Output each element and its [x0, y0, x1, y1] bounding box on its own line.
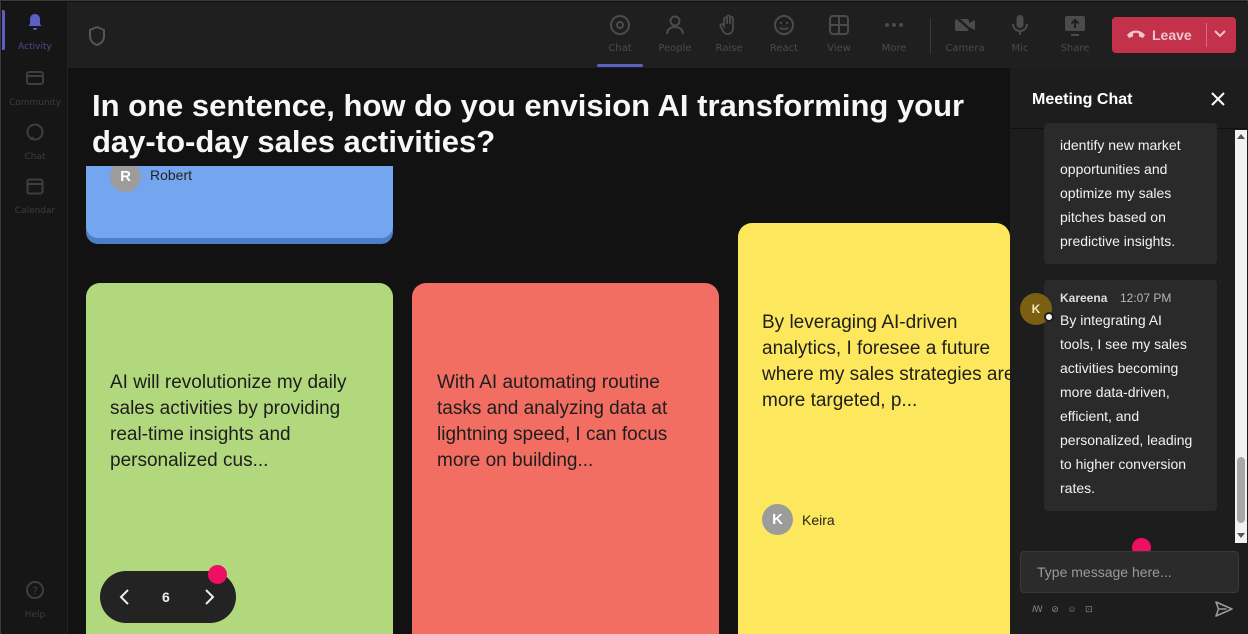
mic-icon — [1012, 15, 1028, 35]
toolbar-button-label: Mic — [1011, 43, 1029, 54]
toolbar-button-label: View — [827, 43, 851, 54]
rail-item-help[interactable]: ? Help — [2, 572, 68, 628]
scrollbar-thumb[interactable] — [1237, 457, 1245, 523]
click-indicator-dot — [208, 565, 227, 584]
message-line: By integrating AI — [1060, 312, 1162, 328]
bell-icon — [28, 14, 42, 30]
leave-divider — [1206, 23, 1207, 47]
chat-message-input[interactable] — [1020, 551, 1239, 593]
card-author: Keira — [802, 512, 835, 528]
rail-item-activity[interactable]: Activity — [2, 4, 68, 60]
response-card-keira[interactable]: By leveraging AI-driven analytics, I for… — [738, 223, 1010, 634]
toolbar-button-label: More — [881, 43, 907, 54]
card-text: With AI automating routine tasks and ana… — [437, 372, 668, 471]
chat-message: identify new market opportunities and op… — [1044, 123, 1217, 264]
card-text: AI will revolutionize my daily sales act… — [110, 372, 347, 471]
toolbar-mic-button[interactable]: Mic — [995, 10, 1045, 62]
avatar: R — [110, 166, 141, 192]
message-line: predictive insights. — [1060, 233, 1176, 249]
toolbar-divider — [930, 18, 931, 54]
message-line: identify new market — [1060, 137, 1181, 153]
message-line: more data-driven, — [1060, 384, 1170, 400]
message-line: to higher conversion — [1060, 456, 1187, 472]
page-number: 6 — [162, 589, 170, 605]
message-body: By integrating AI tools, I see my sales … — [1060, 308, 1192, 500]
close-icon[interactable] — [1209, 90, 1227, 108]
view-grid-icon — [829, 15, 849, 35]
card-author: Robert — [150, 167, 193, 183]
avatar: K — [762, 504, 793, 535]
leave-label: Leave — [1152, 27, 1192, 43]
toolbar-view-button[interactable]: View — [814, 10, 864, 62]
chevron-right-icon[interactable] — [202, 588, 216, 606]
presence-status-icon — [1044, 312, 1054, 322]
message-line: tools, I see my sales — [1060, 336, 1187, 352]
toolbar-people-button[interactable]: People — [650, 10, 700, 62]
rail-item-label: Calendar — [14, 206, 56, 216]
chat-icon — [610, 15, 630, 35]
chevron-down-icon[interactable] — [1214, 29, 1226, 39]
people-icon — [666, 15, 684, 35]
toolbar-button-label: People — [658, 43, 692, 54]
message-line: opportunities and — [1060, 161, 1168, 177]
camera-off-icon — [954, 15, 976, 35]
activity-stage: In one sentence, how do you envision AI … — [68, 68, 1010, 634]
format-toolbar[interactable]: ꟿ ⊘ ☺ ⊡ — [1032, 604, 1096, 615]
shield-icon[interactable] — [88, 26, 106, 46]
share-icon — [1065, 16, 1085, 36]
toolbar-button-label: Chat — [608, 43, 632, 54]
toolbar-camera-button[interactable]: Camera — [940, 10, 990, 62]
active-tab-indicator — [597, 64, 643, 67]
scroll-up-arrow-icon[interactable] — [1237, 134, 1245, 139]
rail-item-chat[interactable]: Chat — [2, 114, 68, 170]
more-icon — [885, 23, 903, 27]
left-rail: Activity Community Chat Calendar ? Help — [2, 2, 68, 634]
message-author: Kareena — [1060, 291, 1108, 305]
react-icon — [774, 15, 794, 35]
toolbar-raise-button[interactable]: Raise — [704, 10, 754, 62]
meeting-toolbar: Chat People Raise React View More Camera — [68, 2, 1248, 68]
card-text: By leveraging AI-driven analytics, I for… — [762, 312, 1010, 411]
toolbar-share-button[interactable]: Share — [1050, 10, 1100, 62]
calendar-icon — [26, 178, 44, 195]
message-line: personalized, leading — [1060, 432, 1193, 448]
toolbar-more-button[interactable]: More — [869, 10, 919, 62]
message-timestamp: 12:07 PM — [1120, 291, 1172, 305]
rail-item-calendar[interactable]: Calendar — [2, 168, 68, 224]
response-card-red[interactable]: With AI automating routine tasks and ana… — [412, 283, 719, 634]
chat-scrollbar[interactable] — [1235, 130, 1247, 543]
response-card-robert[interactable]: R Robert — [86, 166, 393, 238]
rail-item-label: Chat — [24, 152, 46, 162]
rail-item-label: Community — [8, 98, 62, 108]
rail-item-label: Help — [24, 610, 46, 620]
chat-title: Meeting Chat — [1032, 91, 1133, 108]
raise-hand-icon — [719, 14, 734, 35]
toolbar-button-label: Camera — [945, 43, 985, 54]
leave-button[interactable]: Leave — [1112, 17, 1236, 53]
rail-item-community[interactable]: Community — [2, 60, 68, 116]
app-window: Activity Community Chat Calendar ? Help … — [0, 0, 1248, 634]
meeting-chat-panel: Meeting Chat identify new market opportu… — [1010, 68, 1248, 634]
toolbar-button-label: Raise — [715, 43, 743, 54]
toolbar-react-button[interactable]: React — [759, 10, 809, 62]
chevron-left-icon[interactable] — [118, 588, 132, 606]
community-icon — [26, 71, 44, 85]
toolbar-button-label: Share — [1060, 43, 1090, 54]
hang-up-icon — [1127, 30, 1145, 38]
message-line: activities becoming — [1060, 360, 1179, 376]
svg-text:?: ? — [32, 585, 38, 598]
help-icon: ? — [26, 581, 44, 599]
send-icon[interactable] — [1214, 600, 1234, 618]
question-title: In one sentence, how do you envision AI … — [92, 88, 965, 159]
chat-icon — [26, 123, 44, 141]
toolbar-button-label: React — [769, 43, 799, 54]
message-line: rates. — [1060, 480, 1096, 496]
message-line: pitches based on — [1060, 209, 1166, 225]
rail-active-indicator — [2, 10, 5, 50]
toolbar-chat-button[interactable]: Chat — [595, 10, 645, 62]
message-line: efficient, and — [1060, 408, 1140, 424]
message-line: optimize my sales — [1060, 185, 1172, 201]
rail-item-label: Activity — [18, 42, 52, 52]
scroll-down-arrow-icon[interactable] — [1237, 533, 1245, 538]
